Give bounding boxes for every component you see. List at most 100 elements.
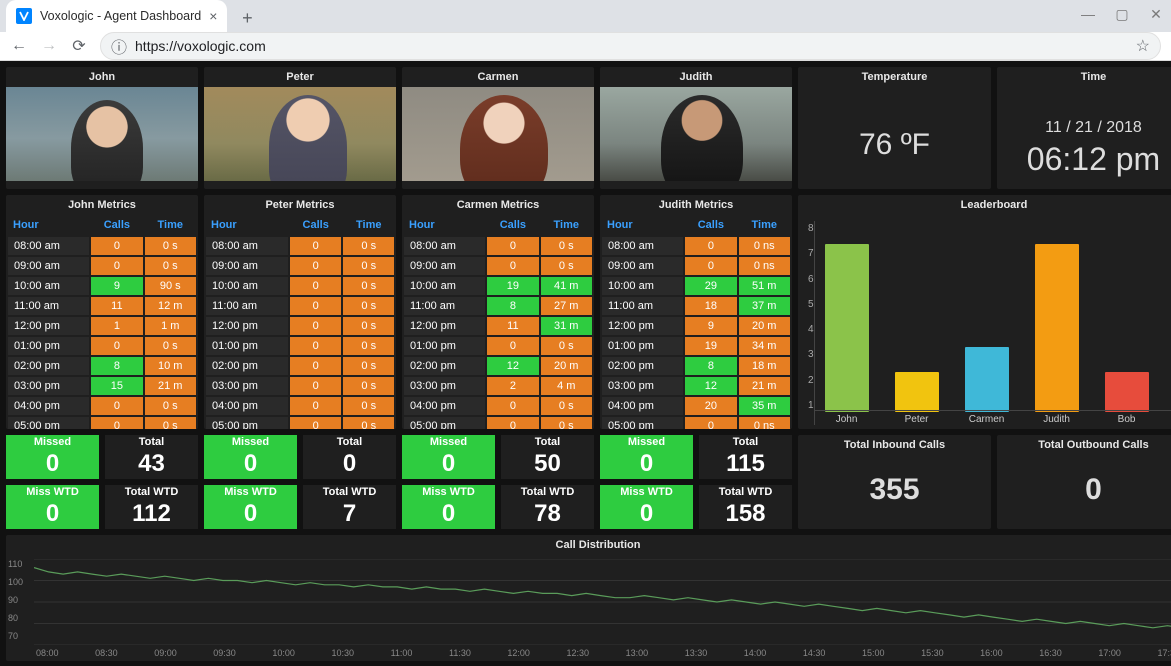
table-row: 10:00 am 9 90 s bbox=[7, 276, 197, 296]
calls-cell: 0 bbox=[289, 356, 343, 376]
col-time[interactable]: Time bbox=[342, 215, 395, 236]
time-cell: 0 ns bbox=[738, 256, 792, 276]
table-row: 02:00 pm 0 0 s bbox=[205, 356, 395, 376]
table-row: 02:00 pm 12 20 m bbox=[403, 356, 593, 376]
temperature-title: Temperature bbox=[798, 67, 991, 87]
col-hour[interactable]: Hour bbox=[205, 215, 289, 236]
window-maximize-icon[interactable]: ▢ bbox=[1115, 6, 1129, 20]
metrics-title: Judith Metrics bbox=[600, 195, 792, 215]
table-row: 10:00 am 29 51 m bbox=[601, 276, 791, 296]
table-row: 08:00 am 0 0 s bbox=[205, 236, 395, 256]
total-wtd-tile: Total WTD112 bbox=[105, 485, 198, 529]
bar-label: Bob bbox=[1118, 414, 1136, 425]
x-tick: 08:00 bbox=[36, 648, 59, 658]
metrics-panel: Carmen Metrics Hour Calls Time 08:00 am … bbox=[402, 195, 594, 429]
time-cell: 0 s bbox=[144, 396, 198, 416]
missed-tile: Missed0 bbox=[6, 435, 99, 479]
calls-cell: 11 bbox=[486, 316, 539, 336]
site-info-icon[interactable]: ⓘ bbox=[111, 34, 127, 58]
x-tick: 09:30 bbox=[213, 648, 236, 658]
window-close-icon[interactable]: ✕ bbox=[1149, 6, 1163, 20]
x-tick: 08:30 bbox=[95, 648, 118, 658]
leaderboard-panel: Leaderboard 87654321 John Peter Carmen J… bbox=[798, 195, 1171, 429]
metrics-panel: John Metrics Hour Calls Time 08:00 am 0 … bbox=[6, 195, 198, 429]
col-calls[interactable]: Calls bbox=[90, 215, 143, 236]
col-time[interactable]: Time bbox=[144, 215, 198, 236]
table-row: 03:00 pm 2 4 m bbox=[403, 376, 593, 396]
table-row: 01:00 pm 0 0 s bbox=[205, 336, 395, 356]
time-cell: 0 s bbox=[540, 336, 594, 356]
leaderboard-bar: Carmen bbox=[965, 347, 1009, 425]
col-hour[interactable]: Hour bbox=[7, 215, 90, 236]
col-hour[interactable]: Hour bbox=[601, 215, 684, 236]
time-cell: 0 s bbox=[342, 316, 395, 336]
calls-cell: 0 bbox=[486, 256, 539, 276]
nav-forward-icon[interactable]: → bbox=[40, 37, 58, 55]
agent-name: John bbox=[6, 67, 198, 87]
leaderboard-bar: Bob bbox=[1105, 372, 1149, 425]
hour-cell: 02:00 pm bbox=[601, 356, 684, 376]
calls-cell: 0 bbox=[289, 256, 343, 276]
bookmark-icon[interactable]: ☆ bbox=[1136, 36, 1150, 56]
missed-tile: Missed0 bbox=[204, 435, 297, 479]
browser-tab[interactable]: Voxologic - Agent Dashboard × bbox=[6, 0, 227, 32]
total-tile: Total50 bbox=[501, 435, 594, 479]
metrics-title: Carmen Metrics bbox=[402, 195, 594, 215]
table-row: 04:00 pm 0 0 s bbox=[205, 396, 395, 416]
total-tile: Total0 bbox=[303, 435, 396, 479]
omnibox[interactable]: ⓘ ☆ bbox=[100, 32, 1161, 60]
miss-wtd-tile: Miss WTD0 bbox=[402, 485, 495, 529]
tab-title: Voxologic - Agent Dashboard bbox=[40, 9, 201, 23]
calls-cell: 8 bbox=[90, 356, 143, 376]
time-cell: 18 m bbox=[738, 356, 792, 376]
url-input[interactable] bbox=[135, 38, 1136, 54]
agent-photo bbox=[204, 87, 396, 181]
calls-cell: 0 bbox=[289, 336, 343, 356]
col-time[interactable]: Time bbox=[738, 215, 792, 236]
missed-tile: Missed0 bbox=[600, 435, 693, 479]
hour-cell: 01:00 pm bbox=[205, 336, 289, 356]
time-cell: 20 m bbox=[540, 356, 594, 376]
temperature-panel: Temperature 76 ºF bbox=[798, 67, 991, 189]
tab-close-icon[interactable]: × bbox=[209, 8, 217, 24]
hour-cell: 09:00 am bbox=[601, 256, 684, 276]
table-row: 05:00 pm 0 0 s bbox=[205, 416, 395, 429]
col-calls[interactable]: Calls bbox=[289, 215, 343, 236]
miss-wtd-tile: Miss WTD0 bbox=[204, 485, 297, 529]
time-cell: 0 s bbox=[342, 376, 395, 396]
table-row: 02:00 pm 8 10 m bbox=[7, 356, 197, 376]
col-hour[interactable]: Hour bbox=[403, 215, 486, 236]
window-controls: — ▢ ✕ bbox=[1081, 6, 1163, 20]
time-cell: 0 s bbox=[540, 416, 594, 429]
table-row: 11:00 am 11 12 m bbox=[7, 296, 197, 316]
col-calls[interactable]: Calls bbox=[486, 215, 539, 236]
col-time[interactable]: Time bbox=[540, 215, 594, 236]
col-calls[interactable]: Calls bbox=[684, 215, 737, 236]
time-cell: 27 m bbox=[540, 296, 594, 316]
hour-cell: 11:00 am bbox=[601, 296, 684, 316]
table-row: 03:00 pm 15 21 m bbox=[7, 376, 197, 396]
total-wtd-tile: Total WTD7 bbox=[303, 485, 396, 529]
table-row: 05:00 pm 0 0 s bbox=[7, 416, 197, 429]
x-tick: 16:30 bbox=[1039, 648, 1062, 658]
nav-back-icon[interactable]: ← bbox=[10, 37, 28, 55]
new-tab-button[interactable]: + bbox=[233, 4, 261, 32]
hour-cell: 02:00 pm bbox=[7, 356, 90, 376]
calls-cell: 9 bbox=[90, 276, 143, 296]
calls-cell: 0 bbox=[90, 256, 143, 276]
hour-cell: 10:00 am bbox=[7, 276, 90, 296]
total-inbound-value: 355 bbox=[798, 455, 991, 525]
time-title: Time bbox=[997, 67, 1171, 87]
x-tick: 17:30 bbox=[1157, 648, 1171, 658]
window-minimize-icon[interactable]: — bbox=[1081, 6, 1095, 20]
nav-reload-icon[interactable]: ⟳ bbox=[70, 36, 88, 56]
time-cell: 0 s bbox=[342, 256, 395, 276]
metrics-title: Peter Metrics bbox=[204, 195, 396, 215]
time-cell: 0 s bbox=[342, 276, 395, 296]
hour-cell: 12:00 pm bbox=[403, 316, 486, 336]
hour-cell: 03:00 pm bbox=[403, 376, 486, 396]
time-value: 06:12 pm bbox=[1027, 141, 1160, 178]
time-cell: 0 s bbox=[540, 236, 594, 256]
x-tick: 09:00 bbox=[154, 648, 177, 658]
x-tick: 12:30 bbox=[567, 648, 590, 658]
